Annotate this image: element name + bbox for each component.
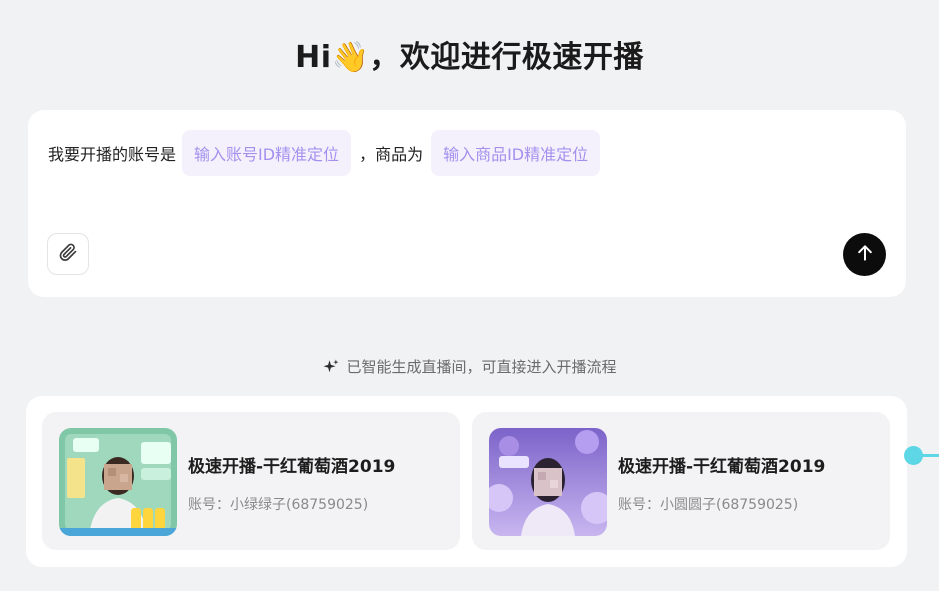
attach-button[interactable] — [47, 233, 89, 275]
live-room-account: 账号：小圆圆子(68759025) — [618, 497, 799, 513]
prompt-composer[interactable]: 我要开播的账号是 输入账号ID精准定位 ，商品为 输入商品ID精准定位 — [28, 110, 906, 297]
live-room-card[interactable]: 极速开播-干红葡萄酒2019 账号：小绿绿子(68759025) — [42, 412, 460, 550]
generated-rooms-panel: 极速开播-干红葡萄酒2019 账号：小绿绿子(68759025) 极速开播-干红… — [26, 396, 907, 567]
live-room-title: 极速开播-干红葡萄酒2019 — [188, 457, 396, 477]
prompt-sentence: 我要开播的账号是 输入账号ID精准定位 ，商品为 输入商品ID精准定位 — [48, 130, 601, 176]
arrow-up-icon — [855, 243, 875, 267]
product-id-input[interactable]: 输入商品ID精准定位 — [431, 130, 601, 176]
side-connector-handle[interactable] — [904, 446, 923, 465]
prompt-middle-text: ，商品为 — [359, 145, 424, 164]
send-button[interactable] — [843, 233, 886, 276]
page: Hi👋，欢迎进行极速开播 我要开播的账号是 输入账号ID精准定位 ，商品为 输入… — [0, 0, 939, 591]
live-room-card[interactable]: 极速开播-干红葡萄酒2019 账号：小圆圆子(68759025) — [472, 412, 890, 550]
account-id-input[interactable]: 输入账号ID精准定位 — [182, 130, 352, 176]
prompt-prefix-text: 我要开播的账号是 — [48, 145, 177, 164]
paperclip-icon — [58, 242, 78, 266]
live-room-account: 账号：小绿绿子(68759025) — [188, 497, 369, 513]
page-title: Hi👋，欢迎进行极速开播 — [295, 40, 644, 75]
sparkle-icon — [322, 358, 340, 376]
live-room-title: 极速开播-干红葡萄酒2019 — [618, 457, 826, 477]
live-room-thumbnail — [489, 428, 607, 536]
live-room-thumbnail — [59, 428, 177, 536]
generation-hint: 已智能生成直播间，可直接进入开播流程 — [0, 356, 939, 377]
hint-text: 已智能生成直播间，可直接进入开播流程 — [346, 358, 617, 376]
